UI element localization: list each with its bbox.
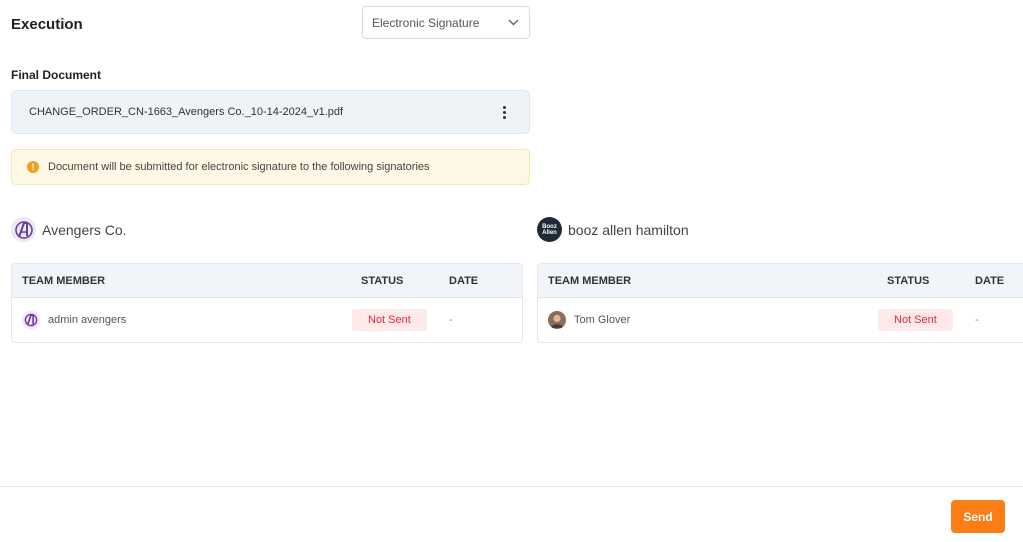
signature-method-value: Electronic Signature (372, 15, 480, 30)
warning-icon: ! (27, 161, 39, 173)
final-document-card[interactable]: CHANGE_ORDER_CN-1663_Avengers Co._10-14-… (11, 90, 530, 134)
party-name: Avengers Co. (42, 221, 127, 238)
member-cell: Tom Glover (548, 298, 630, 342)
signature-method-select[interactable]: Electronic Signature (362, 6, 530, 39)
column-header-member: TEAM MEMBER (22, 274, 106, 287)
table-row: admin avengers Not Sent - (12, 298, 522, 342)
avatar (22, 311, 40, 329)
document-file-name[interactable]: CHANGE_ORDER_CN-1663_Avengers Co._10-14-… (29, 106, 497, 118)
party-header-avengers: Avengers Co. (11, 217, 127, 242)
chevron-down-icon (508, 19, 519, 26)
status-badge: Not Sent (878, 309, 953, 331)
signatories-table-booz-allen: TEAM MEMBER STATUS DATE Tom Glover Not S… (537, 263, 1023, 343)
send-button[interactable]: Send (951, 500, 1005, 533)
booz-allen-logo-icon: Booz Allen (537, 217, 562, 242)
status-cell: Not Sent (878, 298, 953, 342)
page-title: Execution (11, 16, 83, 33)
member-name: admin avengers (48, 314, 127, 326)
table-row: Tom Glover Not Sent - (538, 298, 1023, 342)
column-header-status: STATUS (361, 274, 404, 287)
footer-divider (0, 486, 1023, 487)
column-header-date: DATE (449, 274, 479, 287)
status-cell: Not Sent (352, 298, 427, 342)
date-cell: - (975, 314, 979, 326)
member-cell: admin avengers (22, 298, 126, 342)
party-header-booz-allen: Booz Allen booz allen hamilton (537, 217, 689, 242)
date-cell: - (449, 314, 453, 326)
status-badge: Not Sent (352, 309, 427, 331)
avatar (548, 311, 566, 329)
avengers-logo-icon (11, 217, 36, 242)
member-name: Tom Glover (574, 314, 631, 326)
signature-notice: ! Document will be submitted for electro… (11, 149, 530, 185)
signatories-table-avengers: TEAM MEMBER STATUS DATE admin avengers N… (11, 263, 523, 343)
column-header-date: DATE (975, 274, 1005, 287)
final-document-label: Final Document (11, 68, 102, 82)
table-header: TEAM MEMBER STATUS DATE (538, 264, 1023, 298)
table-header: TEAM MEMBER STATUS DATE (12, 264, 522, 298)
column-header-member: TEAM MEMBER (548, 274, 632, 287)
notice-text: Document will be submitted for electroni… (48, 161, 430, 173)
column-header-status: STATUS (887, 274, 930, 287)
party-name: booz allen hamilton (568, 221, 689, 238)
kebab-menu-icon[interactable] (497, 102, 511, 122)
